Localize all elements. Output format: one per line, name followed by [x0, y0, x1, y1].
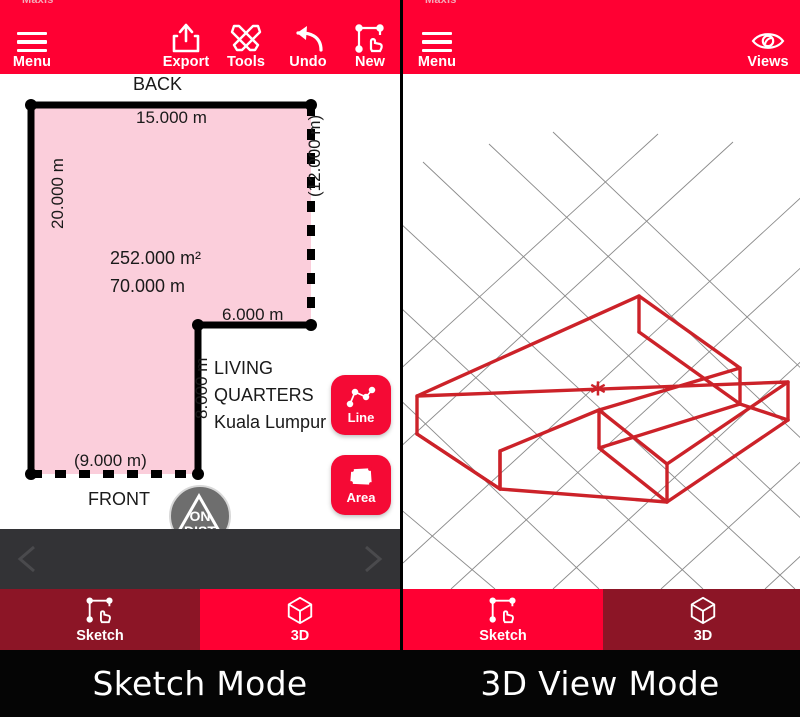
vertex-node[interactable]: [192, 468, 204, 480]
cube-icon: [690, 596, 716, 625]
tab-3d-label-right: 3D: [693, 628, 713, 644]
project-location: Kuala Lumpur: [214, 412, 327, 432]
area-value: 252.000 m²: [110, 248, 202, 268]
page-nav-strip-left: [0, 529, 400, 589]
compass-on-label: ON: [189, 508, 211, 524]
bottom-tabs-left: Sketch 3D: [0, 589, 400, 650]
hamburger-icon: [0, 20, 64, 54]
step-left-edge-length: 8.000 m: [192, 357, 211, 419]
line-tool-button[interactable]: Line: [331, 375, 391, 435]
vertex-node[interactable]: [25, 468, 37, 480]
project-title-line2: QUARTERS: [214, 385, 314, 405]
back-edge-length: 15.000 m: [136, 108, 207, 127]
new-sketch-icon: [338, 20, 400, 54]
tab-3d-right[interactable]: 3D: [603, 589, 800, 650]
menu-label-left: Menu: [12, 54, 52, 70]
status-bar-left: Maxis: [0, 0, 400, 8]
3d-view-mode-panel: Maxis Menu Views * Sketch 3D: [400, 0, 800, 650]
vertex-node[interactable]: [192, 319, 204, 331]
views-label: Views: [747, 54, 789, 70]
tab-sketch-left[interactable]: Sketch: [0, 589, 200, 650]
caption-left: Sketch Mode: [92, 664, 308, 703]
menu-button-right[interactable]: Menu: [405, 20, 469, 71]
tools-button[interactable]: Tools: [214, 20, 278, 71]
vertex-node[interactable]: [25, 99, 37, 111]
polyline-icon: [346, 386, 376, 408]
views-button[interactable]: Views: [736, 20, 800, 71]
export-share-icon: [154, 20, 218, 54]
area-tool-label: Area: [346, 490, 376, 505]
new-label: New: [354, 54, 386, 70]
tab-3d-label-left: 3D: [290, 628, 310, 644]
project-title-line1: LIVING: [214, 358, 274, 378]
tools-label: Tools: [226, 54, 266, 70]
left-edge-length: 20.000 m: [48, 158, 67, 229]
sketch-icon: [489, 597, 516, 624]
undo-label: Undo: [289, 54, 327, 70]
3d-viewport[interactable]: *: [403, 74, 800, 590]
perimeter-value: 70.000 m: [110, 276, 186, 296]
sketch-canvas[interactable]: BACK 15.000 m 20.000 m (12.000 m) 6.000 …: [0, 74, 400, 547]
carrier-label-left: Maxis: [22, 0, 54, 6]
back-label: BACK: [133, 74, 183, 94]
hamburger-icon: [405, 20, 469, 54]
view3d-toolbar: Menu Views: [403, 8, 800, 74]
tab-sketch-label-right: Sketch: [479, 628, 527, 644]
front-edge-length: (9.000 m): [74, 451, 147, 470]
vertex-node[interactable]: [305, 319, 317, 331]
area-tool-button[interactable]: Area: [331, 455, 391, 515]
cube-icon: [287, 596, 313, 625]
undo-arrow-icon: [276, 20, 340, 54]
new-button[interactable]: New: [338, 20, 400, 71]
menu-button-left[interactable]: Menu: [0, 20, 64, 71]
export-label: Export: [162, 54, 210, 70]
caption-bar: Sketch Mode 3D View Mode: [0, 650, 800, 717]
perspective-floor-grid: [403, 131, 800, 590]
sketch-toolbar: Menu Export Tools Undo New: [0, 8, 400, 74]
menu-label-right: Menu: [417, 54, 457, 70]
eye-icon: [736, 20, 800, 54]
tab-sketch-right[interactable]: Sketch: [403, 589, 603, 650]
tab-3d-left[interactable]: 3D: [200, 589, 400, 650]
front-label: FRONT: [88, 489, 150, 509]
undo-button[interactable]: Undo: [276, 20, 340, 71]
sketch-icon: [86, 597, 113, 624]
chevron-left-icon[interactable]: [12, 543, 44, 575]
line-tool-label: Line: [347, 410, 375, 425]
status-bar-right: Maxis: [403, 0, 800, 8]
screenshot-root: Maxis Menu Export Tools Undo New BACK 15…: [0, 0, 800, 717]
sketch-mode-panel: Maxis Menu Export Tools Undo New BACK 15…: [0, 0, 400, 650]
right-edge-length: (12.000 m): [305, 114, 324, 197]
vertex-node[interactable]: [305, 99, 317, 111]
3d-scene: *: [403, 131, 800, 590]
polygon-area-icon: [349, 467, 373, 486]
export-button[interactable]: Export: [154, 20, 218, 71]
tab-sketch-label-left: Sketch: [76, 628, 124, 644]
caption-right: 3D View Mode: [480, 664, 720, 703]
chevron-right-icon[interactable]: [356, 543, 388, 575]
step-top-edge-length: 6.000 m: [222, 305, 284, 324]
origin-asterisk-marker: *: [590, 377, 606, 412]
tools-pencil-ruler-icon: [214, 20, 278, 54]
bottom-tabs-right: Sketch 3D: [403, 589, 800, 650]
carrier-label-right: Maxis: [425, 0, 457, 6]
